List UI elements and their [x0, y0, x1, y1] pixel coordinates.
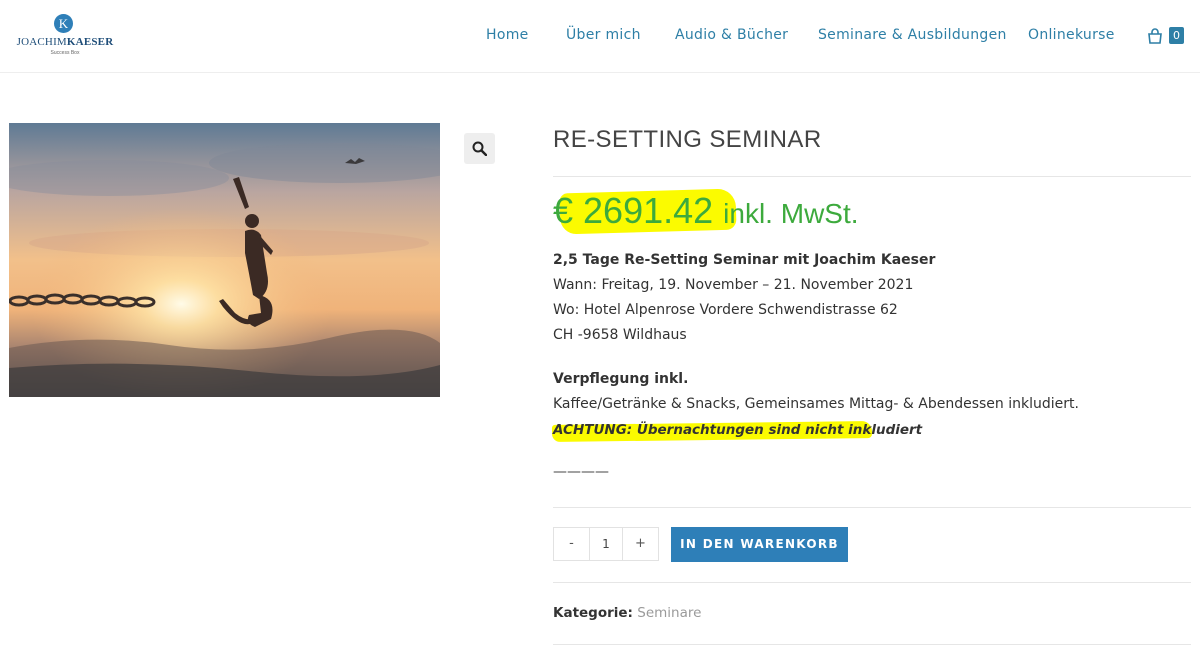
- quantity-stepper: - 1 +: [553, 527, 659, 561]
- description-where: Wo: Hotel Alpenrose Vordere Schwendistra…: [553, 302, 898, 318]
- nav-about[interactable]: Über mich: [566, 27, 641, 43]
- divider: [553, 644, 1191, 645]
- description-divider: ————: [553, 464, 609, 480]
- logo-first-name: JOACHIM: [16, 36, 67, 48]
- description-location: CH -9658 Wildhaus: [553, 327, 687, 343]
- site-logo[interactable]: K JOACHIMKAESER Success Box: [12, 14, 118, 58]
- product-image[interactable]: [9, 123, 440, 397]
- warning-text: ACHTUNG: Übernachtungen sind nicht inklu…: [553, 422, 923, 438]
- category-label: Kategorie:: [553, 605, 633, 621]
- nav-seminars[interactable]: Seminare & Ausbildungen: [818, 27, 1007, 43]
- cart-count-badge: 0: [1169, 27, 1184, 44]
- cart-link[interactable]: 0: [1147, 27, 1187, 47]
- product-title: RE-SETTING SEMINAR: [553, 126, 822, 153]
- logo-wordmark: JOACHIMKAESER: [12, 36, 118, 48]
- divider: [553, 507, 1191, 508]
- nav-audio-books[interactable]: Audio & Bücher: [675, 27, 788, 43]
- product-photo: [9, 123, 440, 397]
- price-amount: € 2691.42: [553, 190, 714, 231]
- quantity-decrease-button[interactable]: -: [554, 528, 589, 560]
- product-meta: Kategorie: Seminare: [553, 605, 701, 621]
- zoom-button[interactable]: [464, 133, 495, 164]
- quantity-input[interactable]: 1: [589, 528, 623, 560]
- product-price: € 2691.42 inkl. MwSt.: [553, 190, 859, 232]
- logo-tagline: Success Box: [50, 50, 80, 56]
- magnifier-icon: [472, 141, 487, 156]
- logo-emblem: K: [54, 14, 73, 33]
- catering-heading: Verpflegung inkl.: [553, 371, 689, 387]
- nav-online-courses[interactable]: Onlinekurse: [1028, 27, 1115, 43]
- price-tax-suffix: inkl. MwSt.: [723, 198, 859, 229]
- shopping-bag-icon: [1148, 28, 1162, 44]
- nav-home[interactable]: Home: [486, 27, 529, 43]
- add-to-cart-button[interactable]: IN DEN WARENKORB: [671, 527, 848, 562]
- category-link[interactable]: Seminare: [637, 605, 701, 621]
- catering-text: Kaffee/Getränke & Snacks, Gemeinsames Mi…: [553, 396, 1079, 412]
- divider: [553, 176, 1191, 177]
- site-header: K JOACHIMKAESER Success Box Home Über mi…: [0, 0, 1200, 73]
- quantity-increase-button[interactable]: +: [623, 528, 658, 560]
- description-when: Wann: Freitag, 19. November – 21. Novemb…: [553, 277, 914, 293]
- description-heading: 2,5 Tage Re-Setting Seminar mit Joachim …: [553, 252, 936, 268]
- divider: [553, 582, 1191, 583]
- logo-last-name: KAESER: [66, 36, 114, 48]
